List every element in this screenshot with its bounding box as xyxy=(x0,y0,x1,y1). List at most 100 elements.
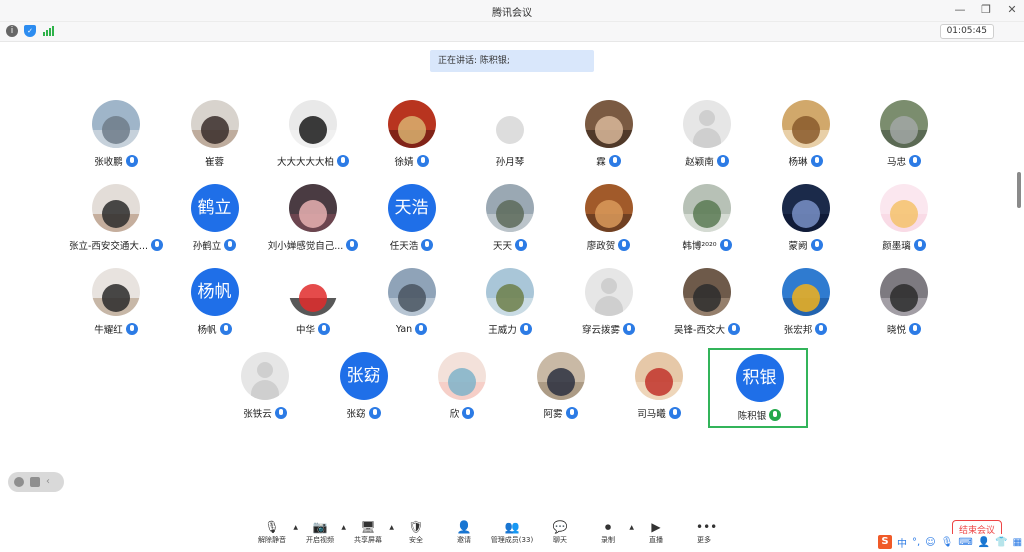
participant-nameline: 崔蓉 xyxy=(165,154,265,168)
participant-tile[interactable]: 司马曦 xyxy=(609,348,709,428)
mic-icon xyxy=(519,323,532,335)
ime-lang[interactable]: 中 xyxy=(897,535,907,550)
participant-tile[interactable]: 蒙阙 xyxy=(756,180,856,260)
participant-tile[interactable]: 崔蓉 xyxy=(165,96,265,176)
participant-avatar xyxy=(584,268,633,316)
mic-icon xyxy=(125,155,138,167)
participant-name: 阿雾 xyxy=(543,409,563,420)
ime-logo-icon[interactable]: S xyxy=(878,535,892,549)
participant-nameline: 中华 xyxy=(263,322,363,336)
participant-tile[interactable]: 杨帆 杨帆 xyxy=(165,264,265,344)
participant-tile[interactable]: 赵颖南 xyxy=(657,96,757,176)
participant-name: 颜墨璃 xyxy=(882,241,911,252)
close-icon[interactable]: ✕ xyxy=(1006,3,1018,17)
participant-tile[interactable]: 穿云拨雾 xyxy=(559,264,659,344)
participant-avatar xyxy=(241,352,289,400)
signal-icon[interactable] xyxy=(42,25,54,37)
share-screen-button[interactable]: 🖥 共享屏幕 ▲ xyxy=(344,518,394,552)
participant-name: 张宏邦 xyxy=(783,325,813,336)
gallery-icon[interactable] xyxy=(14,477,24,487)
collapse-icon[interactable]: ‹ xyxy=(46,477,56,487)
security-icon: 🛡 xyxy=(408,520,424,534)
participant-tile[interactable]: 中华 xyxy=(263,264,363,344)
invite-button[interactable]: 👤 邀请 xyxy=(440,518,488,552)
mic-icon xyxy=(462,407,475,419)
participant-tile[interactable]: 吴锋-西交大 xyxy=(657,264,757,344)
participant-tile[interactable]: 刘小婵感觉自己... xyxy=(263,180,363,260)
live-button[interactable]: ▶ 直播 xyxy=(632,518,680,552)
restore-icon[interactable]: ❐ xyxy=(980,3,992,17)
shield-icon[interactable]: ✓ xyxy=(24,25,36,37)
participant-tile[interactable]: 张窈 张窈 xyxy=(314,348,414,428)
participant-tile[interactable]: 欣 xyxy=(412,348,512,428)
mic-icon xyxy=(716,155,729,167)
chat-button[interactable]: 💬 聊天 xyxy=(536,518,584,552)
participant-name: 张收鹏 xyxy=(94,157,123,168)
unmute-button[interactable]: 🎙 解除静音 ▲ xyxy=(248,518,298,552)
mic-icon xyxy=(337,155,349,167)
participant-avatar xyxy=(289,100,337,148)
participant-nameline: 刘小婵感觉自己... xyxy=(263,238,363,252)
participant-tile[interactable]: 鹤立 孙鹤立 xyxy=(165,180,265,260)
view-toggle[interactable]: ‹ xyxy=(8,472,64,492)
ime-voice-icon[interactable]: 🎙 xyxy=(941,537,954,548)
participant-tile[interactable]: 天浩 任天浩 xyxy=(362,180,462,260)
participant-tile[interactable]: 霖 xyxy=(559,96,659,176)
ime-emoji-icon[interactable]: ☺ xyxy=(925,537,935,548)
mic-icon xyxy=(810,239,823,251)
ime-keyboard-icon[interactable]: ⌨ xyxy=(958,537,972,548)
record-icon: ⏺ xyxy=(604,520,611,534)
mic-icon xyxy=(608,155,621,167)
participant-avatar xyxy=(486,100,534,148)
ime-punct-icon[interactable]: °, xyxy=(912,537,920,548)
participant-avatar xyxy=(683,268,731,316)
participant-tile[interactable]: 徐婧 xyxy=(362,96,462,176)
mic-icon xyxy=(416,155,429,167)
participant-avatar: 鹤立 xyxy=(190,184,239,232)
participant-tile[interactable]: 廖政贺 xyxy=(559,180,659,260)
mic-icon xyxy=(618,239,631,251)
participant-tile[interactable]: 张铁云 xyxy=(215,348,315,428)
participant-tile[interactable]: 张立-西安交通大... xyxy=(66,180,166,260)
manage-members-button[interactable]: 👥 管理成员(33) xyxy=(488,518,536,552)
scrollbar[interactable] xyxy=(1017,172,1021,208)
start-video-button[interactable]: 📷 开启视频 ▲ xyxy=(296,518,346,552)
participant-tile[interactable]: 颜墨璃 xyxy=(854,180,954,260)
participant-tile[interactable]: 阿雾 xyxy=(511,348,611,428)
participant-tile[interactable]: 牛耀红 xyxy=(66,264,166,344)
participant-nameline: 吴锋-西交大 xyxy=(657,322,757,336)
info-icon[interactable]: i xyxy=(6,25,18,37)
participant-avatar xyxy=(781,184,830,232)
participant-avatar: 天浩 xyxy=(387,184,436,232)
security-button[interactable]: 🛡 安全 xyxy=(392,518,440,552)
ime-menu-icon[interactable]: ▦ xyxy=(1013,537,1022,548)
participant-tile[interactable]: 王威力 xyxy=(460,264,560,344)
participant-tile[interactable]: 马忠 xyxy=(854,96,954,176)
invite-icon: 👤 xyxy=(456,520,472,534)
unmute-label: 解除静音 xyxy=(258,536,286,544)
participant-name: 大大大大大柏 xyxy=(276,157,334,168)
participant-tile[interactable]: 大大大大大柏 xyxy=(263,96,363,176)
participant-tile[interactable]: 天天 xyxy=(460,180,560,260)
participant-tile[interactable]: 孙月琴 xyxy=(460,96,560,176)
participant-tile[interactable]: 张收鹏 xyxy=(66,96,166,176)
participant-nameline: 大大大大大柏 xyxy=(263,154,363,168)
mic-icon xyxy=(274,407,287,419)
layout-icon[interactable] xyxy=(30,477,40,487)
top-status-bar: i ✓ 01:05:45 xyxy=(0,22,1024,42)
more-button[interactable]: ••• 更多 xyxy=(680,518,728,552)
ime-skin-icon[interactable]: 👕 xyxy=(995,537,1007,548)
participant-tile[interactable]: Yan xyxy=(362,264,462,344)
participant-nameline: 赵颖南 xyxy=(657,154,757,168)
participant-tile[interactable]: 杨琳 xyxy=(756,96,856,176)
participant-tile[interactable]: 积银 陈积银 xyxy=(707,348,808,428)
participant-avatar xyxy=(536,352,585,400)
minimize-icon[interactable]: — xyxy=(954,3,966,17)
record-button[interactable]: ⏺ 录制 ▲ xyxy=(584,518,634,552)
participant-tile[interactable]: 韩博²⁰²⁰ xyxy=(657,180,757,260)
participant-tile[interactable]: 张宏邦 xyxy=(756,264,856,344)
ime-user-icon[interactable]: 👤 xyxy=(978,537,990,548)
participant-nameline: 蒙阙 xyxy=(756,238,856,252)
participant-avatar: 张窈 xyxy=(339,352,388,400)
participant-tile[interactable]: 晓悦 xyxy=(854,264,954,344)
